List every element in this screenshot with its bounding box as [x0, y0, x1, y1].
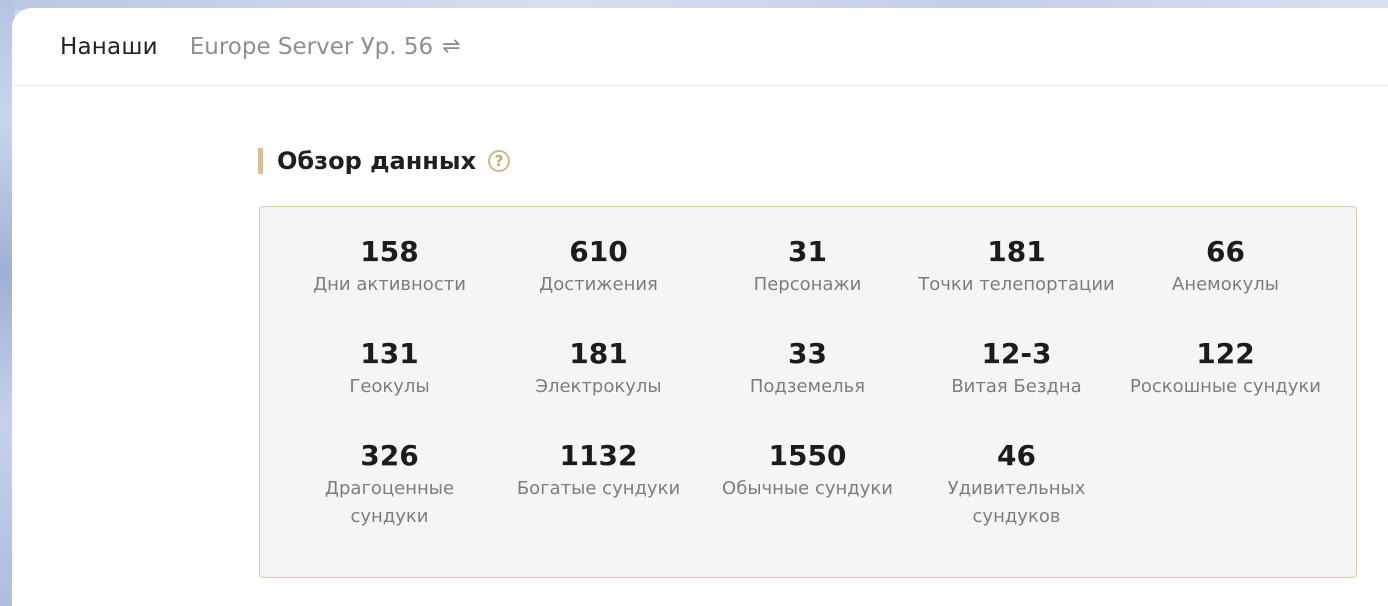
stat-value: 131 — [360, 337, 419, 370]
stat-active-days: 158 Дни активности — [285, 233, 494, 335]
server-switch-button[interactable]: Europe Server Ур. 56 ⇌ — [190, 34, 461, 60]
stat-label: Геокулы — [349, 376, 430, 397]
stats-overview-box: 158 Дни активности 610 Достижения 31 Пер… — [259, 206, 1357, 578]
section-header: Обзор данных ? — [258, 146, 511, 176]
stat-value: 66 — [1206, 235, 1245, 268]
swap-icon[interactable]: ⇌ — [442, 34, 460, 59]
stat-label: Электрокулы — [535, 376, 662, 397]
stat-label: Роскошные сундуки — [1130, 376, 1321, 397]
help-icon-glyph: ? — [494, 152, 504, 170]
stat-domains: 33 Подземелья — [703, 335, 912, 437]
stat-spiral-abyss: 12-3 Витая Бездна — [912, 335, 1121, 437]
stat-value: 181 — [987, 235, 1046, 268]
stat-anemoculus: 66 Анемокулы — [1121, 233, 1330, 335]
stat-value: 158 — [360, 235, 419, 268]
stat-luxurious-chests: 122 Роскошные сундуки — [1121, 335, 1330, 437]
stat-value: 46 — [997, 439, 1036, 472]
server-label: Europe Server Ур. 56 — [189, 33, 434, 60]
header: Нанаши Europe Server Ур. 56 ⇌ — [12, 8, 1388, 86]
stat-label: Обычные сундуки — [722, 478, 893, 499]
stat-achievements: 610 Достижения — [494, 233, 703, 335]
stat-precious-chests: 326 Драгоценные сундуки — [285, 437, 494, 539]
help-icon[interactable]: ? — [488, 150, 511, 172]
stat-label: Удивительных сундуков — [947, 478, 1086, 527]
stat-common-chests: 1550 Обычные сундуки — [703, 437, 912, 539]
stat-value: 326 — [360, 439, 419, 472]
stat-label: Богатые сундуки — [516, 478, 681, 499]
stat-waypoints: 181 Точки телепортации — [912, 233, 1121, 335]
stat-value: 122 — [1196, 337, 1255, 370]
stat-remarkable-chests: 46 Удивительных сундуков — [912, 437, 1121, 539]
stat-label: Витая Бездна — [951, 376, 1082, 397]
stat-value: 12-3 — [981, 337, 1052, 370]
stat-electroculus: 181 Электрокулы — [494, 335, 703, 437]
stat-value: 610 — [569, 235, 628, 268]
stat-label: Драгоценные сундуки — [324, 478, 455, 527]
stat-value: 181 — [569, 337, 628, 370]
stat-exquisite-chests: 1132 Богатые сундуки — [494, 437, 703, 539]
stat-label: Дни активности — [313, 274, 466, 295]
stat-value: 33 — [788, 337, 827, 370]
stat-label: Анемокулы — [1172, 274, 1279, 295]
stat-label: Персонажи — [753, 274, 862, 295]
stat-label: Точки телепортации — [918, 274, 1115, 295]
section-title: Обзор данных — [277, 147, 477, 175]
stat-value: 31 — [788, 235, 827, 268]
stat-label: Достижения — [539, 274, 658, 295]
player-name: Нанаши — [60, 33, 158, 60]
stat-value: 1550 — [768, 439, 847, 472]
title-accent-bar — [258, 148, 263, 174]
stat-label: Подземелья — [749, 376, 866, 397]
stat-geoculus: 131 Геокулы — [285, 335, 494, 437]
stat-characters: 31 Персонажи — [703, 233, 912, 335]
stats-grid: 158 Дни активности 610 Достижения 31 Пер… — [285, 233, 1330, 539]
stat-value: 1132 — [559, 439, 638, 472]
